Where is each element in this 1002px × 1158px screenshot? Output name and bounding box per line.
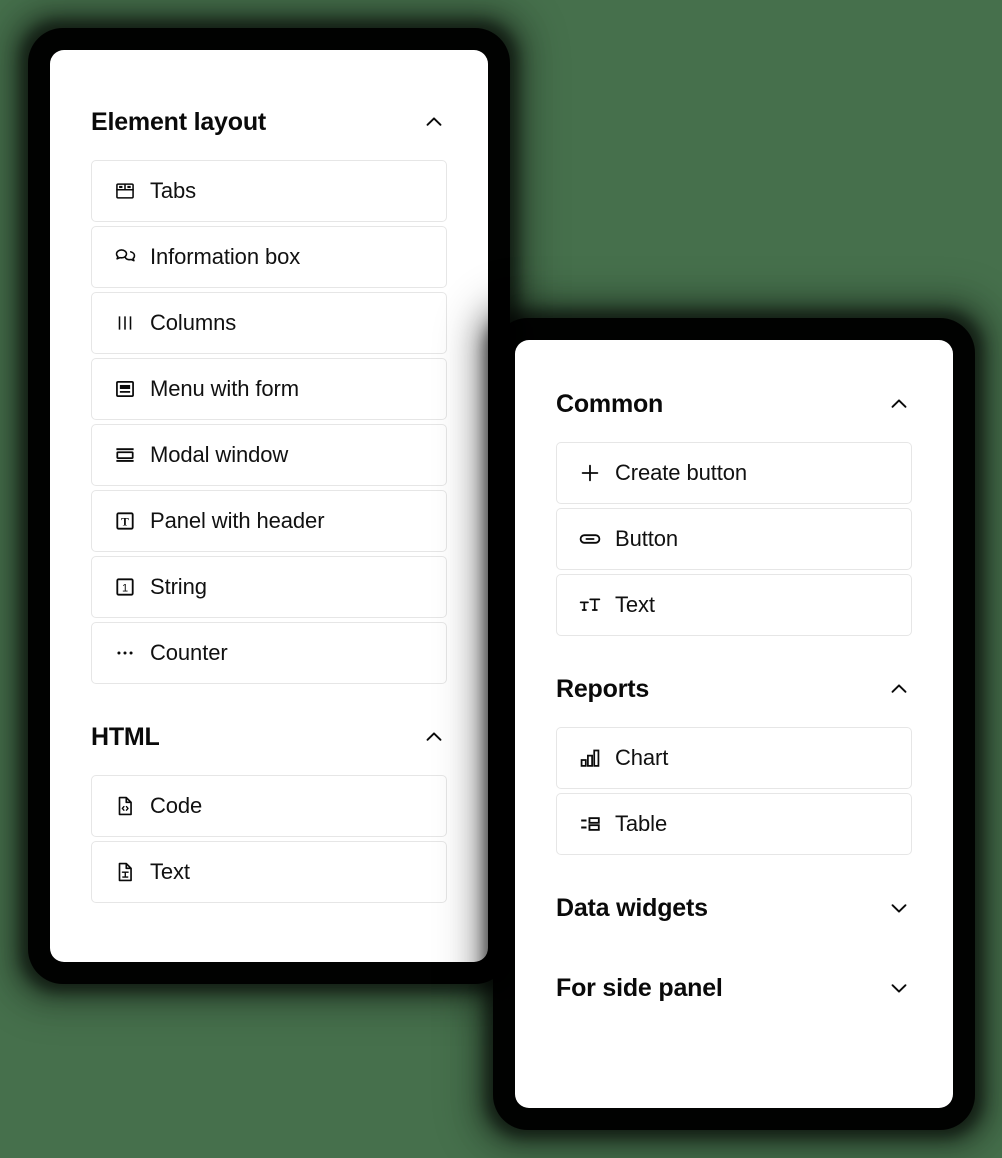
table-layout-icon	[575, 809, 605, 839]
palette-item-menu-with-form[interactable]: Menu with form	[91, 358, 447, 420]
palette-item-label: Button	[615, 526, 679, 551]
bar-chart-icon	[575, 743, 605, 773]
speech-bubbles-icon	[110, 242, 140, 272]
palette-item-text[interactable]: Text	[556, 574, 912, 636]
card-right-content: Common Create button Button Text Reports Char…	[515, 340, 953, 1010]
section-header-common[interactable]: Common	[556, 382, 912, 426]
plus-icon	[575, 458, 605, 488]
palette-item-panel-with-header[interactable]: T Panel with header	[91, 490, 447, 552]
element-palette-card-right: Common Create button Button Text Reports Char…	[515, 340, 953, 1108]
tabs-icon	[110, 176, 140, 206]
item-list-element-layout: Tabs Information box Columns Menu with form…	[91, 160, 447, 684]
palette-item-label: Table	[615, 811, 668, 836]
section-header-reports[interactable]: Reports	[556, 667, 912, 711]
palette-item-label: Text	[615, 592, 655, 617]
palette-item-label: Menu with form	[150, 376, 299, 401]
palette-item-information-box[interactable]: Information box	[91, 226, 447, 288]
palette-item-label: Tabs	[150, 178, 197, 203]
modal-window-icon	[110, 440, 140, 470]
text-size-icon	[575, 590, 605, 620]
palette-item-label: String	[150, 574, 207, 599]
palette-item-counter[interactable]: Counter	[91, 622, 447, 684]
section-title-element-layout: Element layout	[91, 107, 267, 136]
palette-item-tabs[interactable]: Tabs	[91, 160, 447, 222]
section-header-element-layout[interactable]: Element layout	[91, 100, 447, 144]
palette-item-modal-window[interactable]: Modal window	[91, 424, 447, 486]
section-title-common: Common	[556, 389, 664, 418]
section-title-data-widgets: Data widgets	[556, 893, 708, 922]
palette-item-label: Columns	[150, 310, 237, 335]
chevron-up-icon[interactable]	[421, 724, 447, 750]
chevron-up-icon[interactable]	[886, 391, 912, 417]
chevron-down-icon[interactable]	[886, 975, 912, 1001]
palette-item-label: Chart	[615, 745, 669, 770]
number-one-box-icon: 1	[110, 572, 140, 602]
palette-item-label: Panel with header	[150, 508, 325, 533]
palette-item-code[interactable]: Code	[91, 775, 447, 837]
letter-t-box-icon: T	[110, 506, 140, 536]
section-header-for-side-panel[interactable]: For side panel	[556, 966, 912, 1010]
chevron-up-icon[interactable]	[886, 676, 912, 702]
palette-item-label: Code	[150, 793, 203, 818]
palette-item-button[interactable]: Button	[556, 508, 912, 570]
palette-item-label: Counter	[150, 640, 228, 665]
element-palette-card-left: Element layout Tabs Information box Columns…	[50, 50, 488, 962]
item-list-html: Code Text	[91, 775, 447, 903]
palette-item-create-button[interactable]: Create button	[556, 442, 912, 504]
item-list-reports: Chart Table	[556, 727, 912, 855]
section-title-html: HTML	[91, 722, 160, 751]
svg-text:1: 1	[122, 583, 128, 595]
file-code-icon	[110, 791, 140, 821]
columns-icon	[110, 308, 140, 338]
card-top-spacer	[556, 340, 912, 382]
file-text-icon	[110, 857, 140, 887]
palette-item-string[interactable]: 1 String	[91, 556, 447, 618]
menu-with-form-icon	[110, 374, 140, 404]
palette-item-label: Create button	[615, 460, 748, 485]
palette-item-label: Text	[150, 859, 190, 884]
item-list-common: Create button Button Text	[556, 442, 912, 636]
palette-item-chart[interactable]: Chart	[556, 727, 912, 789]
palette-item-text[interactable]: Text	[91, 841, 447, 903]
svg-text:T: T	[121, 517, 129, 529]
section-header-data-widgets[interactable]: Data widgets	[556, 886, 912, 930]
section-header-html[interactable]: HTML	[91, 715, 447, 759]
palette-item-label: Information box	[150, 244, 301, 269]
chevron-down-icon[interactable]	[886, 895, 912, 921]
card-left-content: Element layout Tabs Information box Columns…	[50, 50, 488, 903]
palette-item-label: Modal window	[150, 442, 289, 467]
ellipsis-icon	[110, 638, 140, 668]
section-title-for-side-panel: For side panel	[556, 973, 723, 1002]
chevron-up-icon[interactable]	[421, 109, 447, 135]
canvas: Element layout Tabs Information box Columns…	[0, 0, 1002, 1158]
section-title-reports: Reports	[556, 674, 650, 703]
palette-item-columns[interactable]: Columns	[91, 292, 447, 354]
pill-button-icon	[575, 524, 605, 554]
palette-item-table[interactable]: Table	[556, 793, 912, 855]
card-top-spacer	[91, 50, 447, 100]
